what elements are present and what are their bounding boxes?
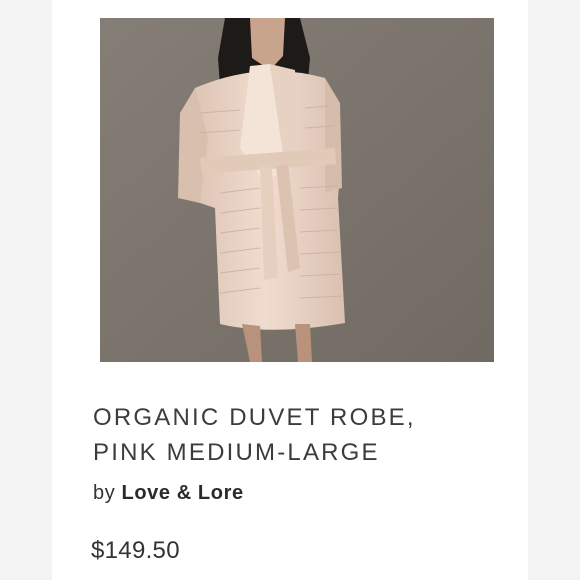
robe-photo-illustration	[100, 18, 494, 362]
product-title-line-2: PINK MEDIUM-LARGE	[93, 439, 380, 466]
by-prefix: by	[93, 482, 116, 504]
product-image[interactable]	[100, 18, 494, 362]
product-price: $149.50	[91, 537, 180, 564]
byline: by Love & Lore	[93, 482, 244, 505]
product-title-line-1: ORGANIC DUVET ROBE,	[93, 404, 416, 431]
product-title[interactable]: ORGANIC DUVET ROBE, PINK MEDIUM-LARGE	[93, 400, 513, 470]
brand-link[interactable]: Love & Lore	[122, 482, 244, 504]
